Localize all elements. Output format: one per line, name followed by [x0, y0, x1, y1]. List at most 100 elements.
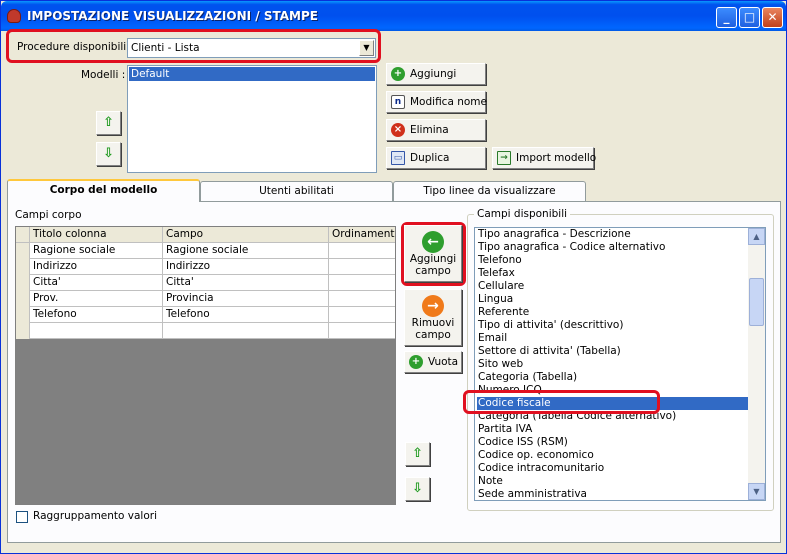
model-up-button[interactable]: ⇧ [96, 111, 121, 135]
cell-campo[interactable]: Indirizzo [163, 259, 329, 275]
app-icon [7, 9, 21, 23]
grid-header: Titolo colonna Campo Ordinamento [16, 227, 395, 243]
list-item[interactable]: Cellulare [477, 280, 524, 293]
tab-tipo-linee[interactable]: Tipo linee da visualizzare [393, 181, 586, 201]
modifica-nome-label: Modifica nome [410, 96, 487, 108]
cell-campo[interactable] [163, 323, 329, 339]
cell-ordinamento[interactable] [329, 307, 395, 323]
rimuovi-campo-button[interactable]: → Rimuovi campo [404, 289, 462, 346]
row-selector[interactable] [16, 243, 30, 259]
arrow-left-icon: ← [422, 230, 444, 253]
chevron-down-icon[interactable]: ▼ [359, 40, 374, 56]
campi-corpo-grid[interactable]: Titolo colonna Campo Ordinamento Ragione… [15, 226, 396, 505]
arrow-up-icon: ⇧ [103, 115, 114, 130]
import-modello-button[interactable]: → Import modello [492, 147, 596, 169]
column-header-ordinamento[interactable]: Ordinamento [329, 227, 395, 243]
list-item[interactable]: Sede amministrativa [477, 488, 587, 500]
cell-ordinamento[interactable] [329, 243, 395, 259]
column-header-titolo[interactable]: Titolo colonna [30, 227, 163, 243]
list-item[interactable]: Sito web [477, 358, 523, 371]
list-item[interactable]: Email [477, 332, 507, 345]
row-selector[interactable] [16, 323, 30, 339]
cell-titolo[interactable]: Citta' [30, 275, 163, 291]
tab-corpo-modello[interactable]: Corpo del modello [7, 179, 200, 202]
vuota-button[interactable]: + Vuota [404, 351, 462, 373]
aggiungi-campo-label-1: Aggiungi [409, 252, 457, 265]
cell-titolo[interactable]: Indirizzo [30, 259, 163, 275]
cell-titolo[interactable]: Ragione sociale [30, 243, 163, 259]
procedure-value: Clienti - Lista [131, 42, 200, 54]
modelli-list[interactable]: Default [127, 65, 377, 173]
table-row[interactable]: Prov. Provincia [16, 291, 395, 307]
row-selector[interactable] [16, 291, 30, 307]
table-row-new[interactable] [16, 323, 395, 339]
cell-ordinamento[interactable] [329, 323, 395, 339]
window: IMPOSTAZIONE VISUALIZZAZIONI / STAMPE _ … [0, 0, 787, 554]
list-item[interactable]: Partita IVA [477, 423, 532, 436]
scroll-thumb[interactable] [749, 278, 764, 326]
procedure-select[interactable]: Clienti - Lista ▼ [127, 38, 376, 58]
list-item[interactable]: Codice op. economico [477, 449, 594, 462]
field-down-button[interactable]: ⇩ [405, 477, 430, 501]
list-item[interactable]: Tipo anagrafica - Descrizione [477, 228, 631, 241]
modelli-item-default[interactable]: Default [129, 67, 375, 81]
maximize-button[interactable]: □ [739, 7, 760, 28]
elimina-label: Elimina [410, 124, 449, 136]
cell-titolo[interactable]: Telefono [30, 307, 163, 323]
scroll-up-icon[interactable]: ▲ [748, 228, 765, 245]
scroll-down-icon[interactable]: ▼ [748, 483, 765, 500]
cell-titolo[interactable] [30, 323, 163, 339]
title-bar[interactable]: IMPOSTAZIONE VISUALIZZAZIONI / STAMPE _ … [1, 1, 786, 31]
duplica-button[interactable]: ▭ Duplica [386, 147, 486, 169]
list-item[interactable]: Tipo anagrafica - Codice alternativo [477, 241, 665, 254]
table-row[interactable]: Citta' Citta' [16, 275, 395, 291]
list-item[interactable]: Lingua [477, 293, 513, 306]
arrow-down-icon: ⇩ [103, 146, 114, 161]
row-selector[interactable] [16, 275, 30, 291]
cell-ordinamento[interactable] [329, 259, 395, 275]
table-row[interactable]: Ragione sociale Ragione sociale [16, 243, 395, 259]
list-item[interactable]: Categoria (Tabella) [477, 371, 577, 384]
list-item[interactable]: Telefono [477, 254, 522, 267]
window-title: IMPOSTAZIONE VISUALIZZAZIONI / STAMPE [27, 9, 318, 23]
row-selector[interactable] [16, 259, 30, 275]
rename-icon: n [391, 95, 405, 109]
column-header-campo[interactable]: Campo [163, 227, 329, 243]
modifica-nome-button[interactable]: n Modifica nome [386, 91, 487, 113]
arrow-down-icon: ⇩ [412, 481, 423, 496]
cell-campo[interactable]: Telefono [163, 307, 329, 323]
aggiungi-campo-button[interactable]: ← Aggiungi campo [404, 225, 462, 282]
list-item[interactable]: Note [477, 475, 503, 488]
raggruppamento-checkbox[interactable] [16, 511, 28, 523]
minimize-button[interactable]: _ [716, 7, 737, 28]
list-item[interactable]: Codice intracomunitario [477, 462, 604, 475]
aggiungi-button[interactable]: + Aggiungi [386, 63, 486, 85]
vertical-scrollbar[interactable]: ▲ ▼ [748, 228, 765, 500]
cell-titolo[interactable]: Prov. [30, 291, 163, 307]
cell-campo[interactable]: Provincia [163, 291, 329, 307]
cell-campo[interactable]: Citta' [163, 275, 329, 291]
list-item[interactable]: Telefax [477, 267, 515, 280]
procedure-label: Procedure disponibili : [17, 41, 134, 53]
tab-utenti-abilitati[interactable]: Utenti abilitati [200, 181, 393, 201]
aggiungi-campo-label-2: campo [415, 264, 451, 277]
field-up-button[interactable]: ⇧ [405, 442, 430, 466]
arrow-right-icon: → [422, 294, 444, 317]
campi-corpo-label: Campi corpo [15, 209, 82, 221]
cell-campo[interactable]: Ragione sociale [163, 243, 329, 259]
elimina-button[interactable]: × Elimina [386, 119, 486, 141]
model-down-button[interactable]: ⇩ [96, 142, 121, 166]
list-item[interactable]: Tipo di attivita' (descrittivo) [477, 319, 623, 332]
table-row[interactable]: Indirizzo Indirizzo [16, 259, 395, 275]
list-item[interactable]: Referente [477, 306, 529, 319]
cell-ordinamento[interactable] [329, 275, 395, 291]
table-row[interactable]: Telefono Telefono [16, 307, 395, 323]
close-button[interactable]: ✕ [762, 7, 783, 28]
list-item[interactable]: Codice ISS (RSM) [477, 436, 568, 449]
campi-disponibili-list[interactable]: Tipo anagrafica - Descrizione Tipo anagr… [474, 227, 766, 501]
plus-icon: + [391, 67, 405, 81]
row-selector[interactable] [16, 307, 30, 323]
cell-ordinamento[interactable] [329, 291, 395, 307]
aggiungi-label: Aggiungi [410, 68, 457, 80]
list-item[interactable]: Settore di attivita' (Tabella) [477, 345, 621, 358]
